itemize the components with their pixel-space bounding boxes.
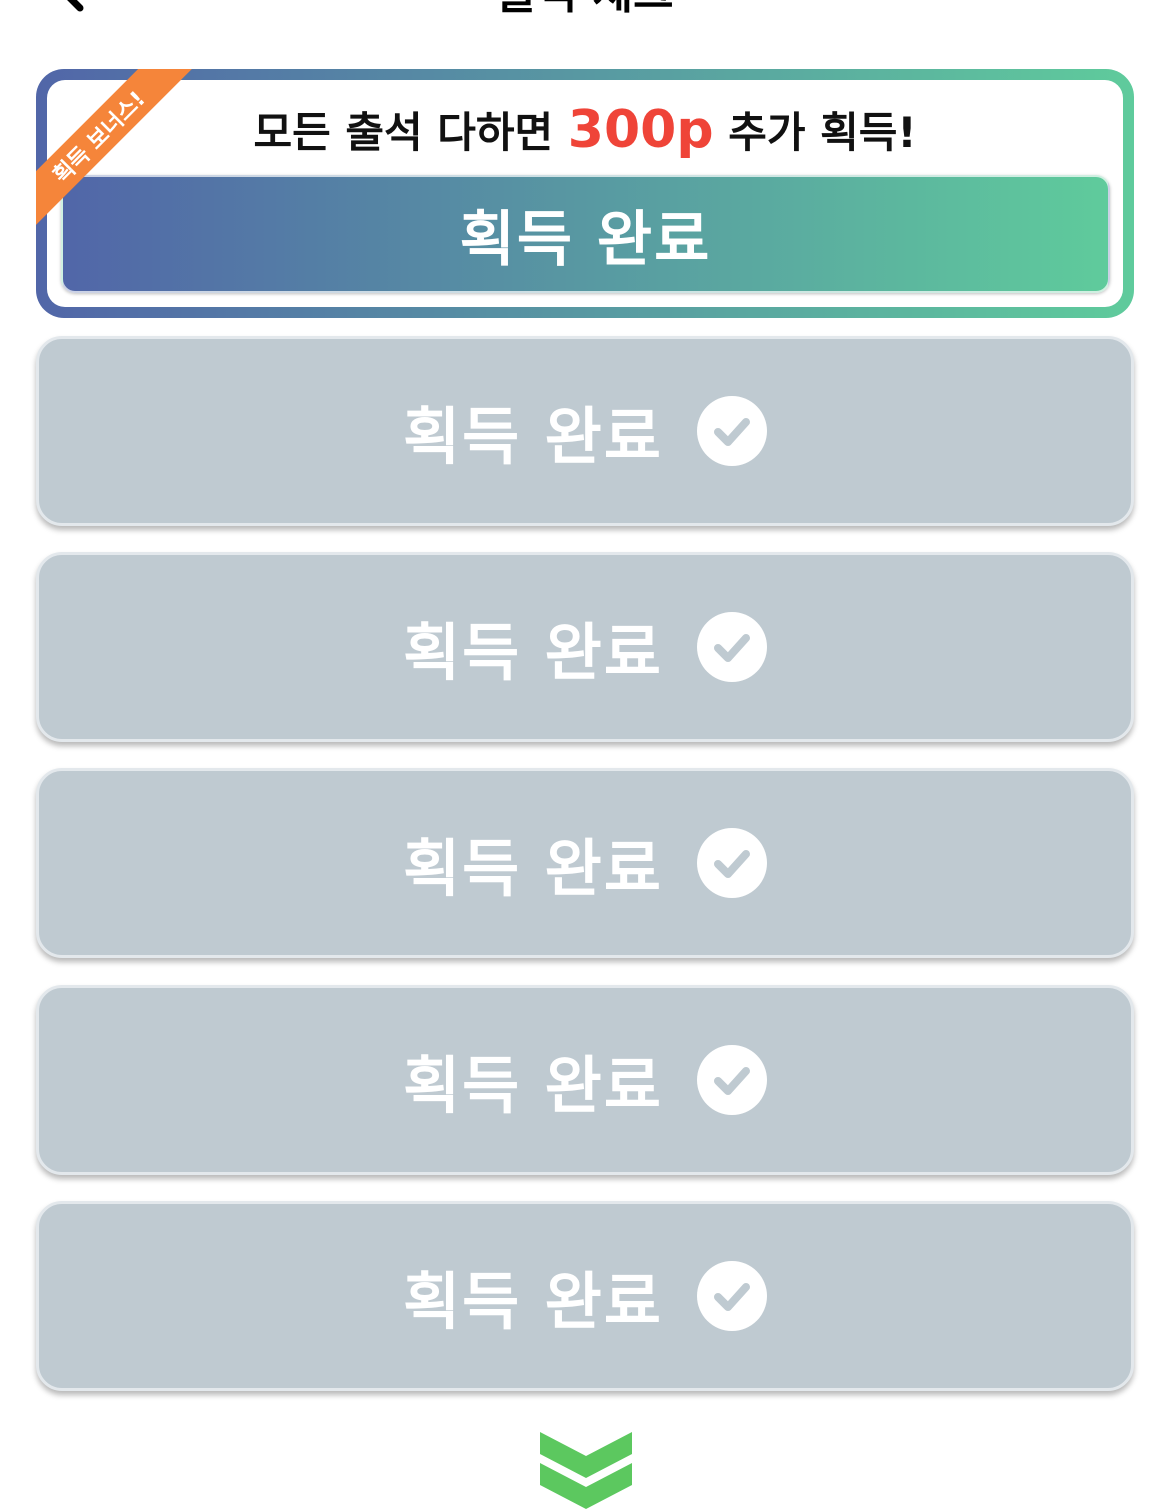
bonus-claim-button[interactable]: 획득 완료 <box>61 175 1110 293</box>
day-button-3[interactable]: 획득 완료 <box>36 768 1134 958</box>
bonus-headline: 모든 출석 다하면 300p 추가 획득! <box>47 102 1123 161</box>
check-circle-icon <box>696 1261 767 1331</box>
day-button-1[interactable]: 획득 완료 <box>36 336 1134 526</box>
day-button-4[interactable]: 획득 완료 <box>36 985 1134 1175</box>
check-circle-icon <box>696 1045 767 1115</box>
day-label: 획득 완료 <box>403 400 663 473</box>
bonus-headline-prefix: 모든 출석 다하면 <box>253 108 568 157</box>
bonus-claim-label: 획득 완료 <box>459 204 712 275</box>
bonus-headline-suffix: 추가 획득! <box>713 108 917 157</box>
check-circle-icon <box>696 612 767 682</box>
header: 출석 체크 <box>0 0 1170 22</box>
bonus-ribbon: 획득 보너스! <box>36 69 206 239</box>
day-button-5[interactable]: 획득 완료 <box>36 1201 1134 1391</box>
double-chevron-down-icon[interactable] <box>540 1432 632 1509</box>
check-circle-icon <box>696 828 767 898</box>
day-label: 획득 완료 <box>403 832 663 905</box>
day-button-2[interactable]: 획득 완료 <box>36 552 1134 742</box>
page-title: 출석 체크 <box>0 0 1170 18</box>
bonus-points: 300p <box>567 100 714 160</box>
day-label: 획득 완료 <box>403 616 663 689</box>
bonus-card: 모든 출석 다하면 300p 추가 획득! 획득 완료 획득 보너스! <box>36 69 1134 318</box>
day-label: 획득 완료 <box>403 1265 663 1338</box>
day-label: 획득 완료 <box>403 1049 663 1122</box>
attendance-page: 출석 체크 모든 출석 다하면 300p 추가 획득! 획득 완료 획득 보너스… <box>0 0 1170 1509</box>
check-circle-icon <box>696 396 767 466</box>
bonus-ribbon-label: 획득 보너스! <box>36 69 197 235</box>
bonus-card-inner: 모든 출석 다하면 300p 추가 획득! 획득 완료 <box>47 80 1123 307</box>
